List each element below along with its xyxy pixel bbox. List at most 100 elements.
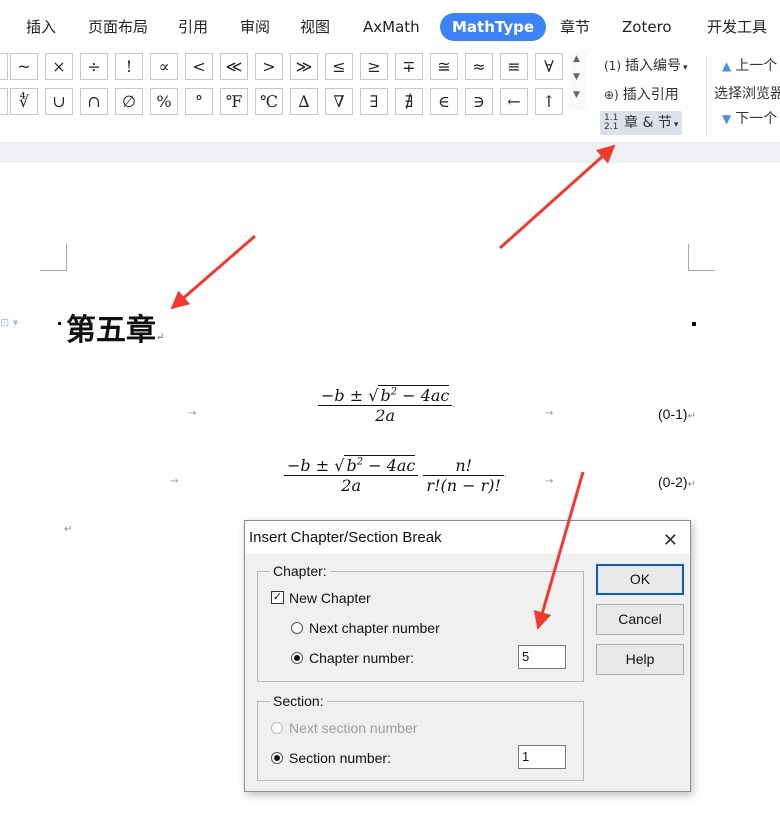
symbol-cell[interactable]: ∆: [290, 88, 318, 115]
scroll-more-icon[interactable]: ▼: [573, 90, 580, 100]
chapter-section-icon: 1.1 2.1: [604, 113, 619, 132]
dialog-title: Insert Chapter/Section Break: [249, 529, 442, 546]
help-button[interactable]: Help: [596, 644, 684, 675]
next-section-radio[interactable]: [271, 722, 283, 734]
tab-mark: →: [545, 476, 554, 487]
equation-1-number: (0-1)↵: [658, 406, 696, 422]
insert-chapter-section-dialog: Insert Chapter/Section Break ✕ Chapter: …: [244, 520, 691, 792]
equation-2[interactable]: −b ± √ b2 − 4ac 2a n! r!(n − r)! ·: [284, 455, 507, 495]
symbol-cell[interactable]: [0, 53, 8, 80]
tab-references[interactable]: 引用: [166, 13, 220, 41]
symbol-cell[interactable]: ≅: [430, 53, 458, 80]
chapter-number-radio[interactable]: [291, 652, 303, 664]
symbol-cell[interactable]: [0, 88, 8, 115]
new-chapter-label[interactable]: New Chapter: [289, 590, 371, 606]
symbol-cell[interactable]: ℃: [255, 88, 283, 115]
tab-axmath[interactable]: AxMath: [351, 13, 432, 41]
symbol-cell[interactable]: ∪: [45, 88, 73, 115]
symbol-cell[interactable]: ∝: [150, 53, 178, 80]
chevron-down-icon: ▾: [673, 120, 679, 130]
symbol-cell[interactable]: ∃: [360, 88, 388, 115]
margin-corner-mark: [40, 244, 67, 271]
paragraph-mark: ↵: [64, 524, 73, 535]
scroll-down-icon[interactable]: ▼: [573, 72, 580, 82]
symbol-cell[interactable]: ∜: [10, 88, 38, 115]
next-chapter-label[interactable]: Next chapter number: [309, 620, 440, 636]
section-number-label[interactable]: Section number:: [289, 750, 391, 766]
tab-mark: →: [170, 476, 179, 487]
symbol-cell[interactable]: ∄: [395, 88, 423, 115]
tab-chapters[interactable]: 章节: [548, 13, 602, 41]
tab-developer-tools[interactable]: 开发工具: [695, 13, 779, 41]
symbol-cell[interactable]: °: [185, 88, 213, 115]
symbol-cell[interactable]: ×: [45, 53, 73, 80]
ok-button[interactable]: OK: [596, 564, 684, 595]
insert-number-icon: (1): [604, 59, 621, 73]
tab-review[interactable]: 审阅: [228, 13, 282, 41]
symbol-cell[interactable]: ~: [10, 53, 38, 80]
cancel-button[interactable]: Cancel: [596, 604, 684, 635]
ribbon-separator: [706, 56, 707, 136]
chapter-section-button[interactable]: 1.1 2.1 章 & 节 ▾: [600, 111, 683, 135]
symbol-cell[interactable]: !: [115, 53, 143, 80]
next-button[interactable]: ▼ 下一个: [718, 107, 780, 131]
symbol-cell[interactable]: ∅: [115, 88, 143, 115]
equation-1[interactable]: −b ± √ b2 − 4ac 2a ·: [318, 385, 456, 425]
tab-view[interactable]: 视图: [288, 13, 342, 41]
section-number-input[interactable]: 1: [518, 745, 566, 769]
equation-2-number: (0-2)↵: [658, 474, 696, 490]
section-groupbox: Section:: [257, 693, 584, 781]
symbol-cell[interactable]: ≡: [500, 53, 528, 80]
paragraph-mark: ↵: [156, 332, 165, 343]
scroll-up-icon[interactable]: ▲: [573, 54, 580, 64]
section-number-radio[interactable]: [271, 752, 283, 764]
symbol-cell[interactable]: %: [150, 88, 178, 115]
up-arrow-icon: ▲: [722, 59, 732, 73]
symbol-cell[interactable]: ∋: [465, 88, 493, 115]
close-icon[interactable]: ✕: [663, 524, 678, 557]
insert-number-label: 插入编号: [625, 58, 681, 74]
symbol-cell[interactable]: ∀: [535, 53, 563, 80]
chapter-number-input[interactable]: 5: [518, 645, 566, 669]
browse-selector-label: 选择浏览器: [714, 86, 780, 102]
tab-mark: →: [188, 408, 197, 419]
symbol-cell[interactable]: ←: [500, 88, 528, 115]
symbol-cell[interactable]: ∇: [325, 88, 353, 115]
tab-zotero[interactable]: Zotero: [610, 13, 684, 41]
next-chapter-radio[interactable]: [291, 622, 303, 634]
symbol-cell[interactable]: ≥: [360, 53, 388, 80]
symbol-cell[interactable]: >: [255, 53, 283, 80]
previous-button[interactable]: ▲ 上一个: [718, 54, 780, 78]
symbol-cell[interactable]: ÷: [80, 53, 108, 80]
symbol-cell[interactable]: ∩: [80, 88, 108, 115]
symbol-cell[interactable]: ≫: [290, 53, 318, 80]
symbol-cell[interactable]: ≤: [325, 53, 353, 80]
symbol-cell[interactable]: ≪: [220, 53, 248, 80]
equation-2-number-text: (0-2): [658, 474, 688, 490]
section-group-label: Section:: [270, 693, 327, 709]
new-chapter-checkbox[interactable]: ✓: [271, 591, 284, 604]
ruler-strip: [0, 143, 780, 163]
symbol-cell[interactable]: ∓: [395, 53, 423, 80]
symbol-cell[interactable]: ∈: [430, 88, 458, 115]
insert-reference-button[interactable]: ⊕) 插入引用: [600, 83, 683, 107]
symbol-cell[interactable]: ≈: [465, 53, 493, 80]
mathtype-ribbon: ~ × ÷! ∝ < ≪ > ≫ ≤ ≥ ∓ ≅ ≈ ≡ ∀ ∜ ∪ ∩ ∅% ° ℉ ℃ ∆ ∇ ∃ ∄ ∈ ∋ ← ↑ ▲ ▼ ▼ (…: [0, 52, 780, 143]
tab-page-layout[interactable]: 页面布局: [76, 13, 160, 41]
tab-mathtype[interactable]: MathType: [440, 13, 547, 41]
down-arrow-icon: ▼: [722, 112, 732, 126]
symbol-cell[interactable]: ↑: [535, 88, 563, 115]
paragraph-handle-icon[interactable]: ⊡ ▾: [0, 316, 18, 329]
bullet-dot: [58, 322, 61, 325]
browse-selector-button[interactable]: 选择浏览器: [710, 82, 780, 106]
chapter-heading[interactable]: 第五章↵: [66, 305, 164, 349]
tab-insert[interactable]: 插入: [14, 13, 68, 41]
symbol-cell[interactable]: ℉: [220, 88, 248, 115]
symbol-palette-scrollbar[interactable]: ▲ ▼ ▼: [569, 52, 587, 110]
chapter-number-label[interactable]: Chapter number:: [309, 650, 414, 666]
ribbon-tab-bar: 插入 页面布局 引用 审阅 视图 AxMath MathType 章节 Zote…: [0, 0, 780, 52]
insert-number-button[interactable]: (1) 插入编号 ▾: [600, 54, 692, 78]
chapter-section-label: 章 & 节: [624, 115, 672, 131]
dialog-title-bar: Insert Chapter/Section Break ✕: [245, 521, 690, 554]
symbol-cell[interactable]: <: [185, 53, 213, 80]
